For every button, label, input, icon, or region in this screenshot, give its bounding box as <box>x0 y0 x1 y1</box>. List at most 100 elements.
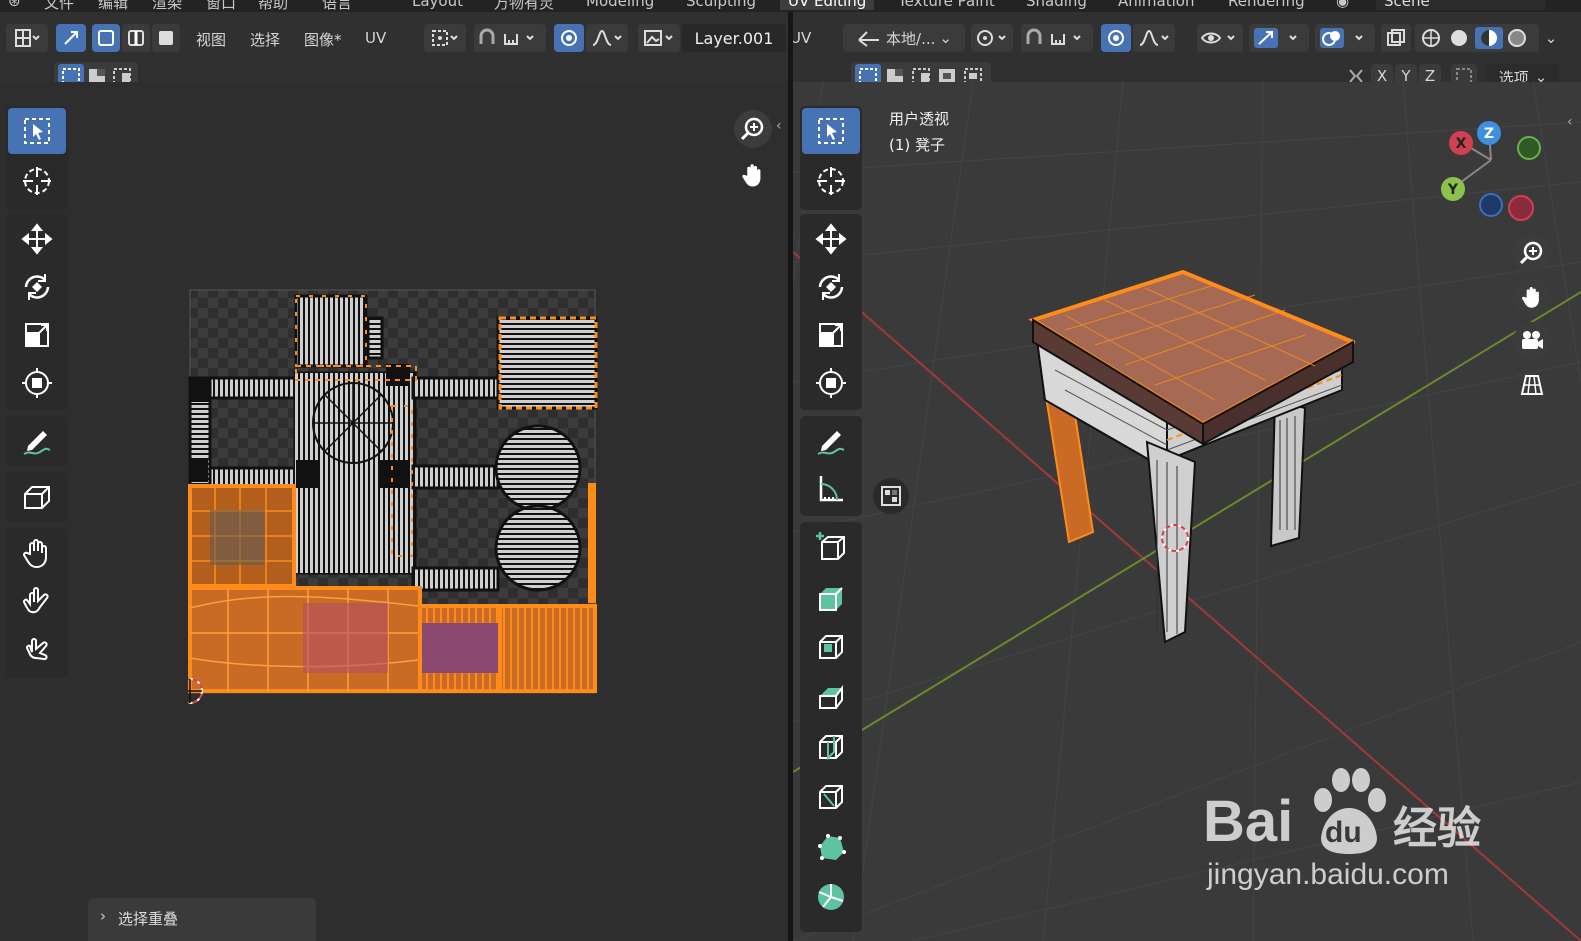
tool-annotate-3d[interactable] <box>802 418 860 464</box>
viewport-zoom-button[interactable] <box>1513 234 1551 272</box>
viewport-pan-button[interactable] <box>1513 278 1551 316</box>
pivot-dropdown[interactable] <box>971 24 1013 52</box>
camera-view-button[interactable] <box>1513 322 1551 360</box>
zoom-button[interactable] <box>734 110 772 148</box>
uv-layout[interactable] <box>188 288 608 718</box>
menu-language[interactable]: 语言 <box>322 0 352 12</box>
scene-icon[interactable]: ◉ <box>1336 0 1349 10</box>
tab-shading[interactable]: Shading <box>1026 0 1087 10</box>
scene-selector[interactable]: Scene <box>1376 0 1546 10</box>
snap-icon <box>479 28 534 45</box>
tab-wanwu[interactable]: 万物有灵 <box>494 0 554 12</box>
gizmo-neg-x[interactable] <box>1508 195 1534 221</box>
menu-uv[interactable]: UV <box>365 29 386 47</box>
leg-back-right[interactable] <box>1269 398 1307 548</box>
shading-icons[interactable] <box>1417 27 1537 49</box>
shading-options-dropdown[interactable]: ⌄ <box>1539 24 1563 52</box>
watermark-brand: Bai <box>1203 789 1294 854</box>
tool-annotate[interactable] <box>8 418 66 464</box>
3d-viewport[interactable]: 用户透视 (1) 凳子 X Z Y ‹ Bai du 经验 jingyan.ba… <box>793 82 1581 941</box>
uv-toolbar-sculpt-group <box>6 528 68 678</box>
menu-select[interactable]: 选择 <box>250 29 280 50</box>
tool-transform-3d[interactable] <box>802 360 860 406</box>
chevron-down-icon: ⌄ <box>1544 29 1558 47</box>
tab-rendering[interactable]: Rendering <box>1228 0 1305 10</box>
tool-extrude[interactable] <box>802 574 860 620</box>
uv-editor-area[interactable]: ‹ › 选择重叠 <box>0 82 788 941</box>
edge-select-mode[interactable] <box>122 24 150 52</box>
tab-animation[interactable]: Animation <box>1118 0 1194 10</box>
tool-poly-build[interactable] <box>802 824 860 870</box>
sync-selection-button[interactable] <box>56 24 86 52</box>
uv-menu-label[interactable]: UV <box>790 29 811 47</box>
knife-icon <box>819 785 843 809</box>
navigation-gizmo[interactable]: X Z Y <box>1441 112 1551 222</box>
menu-image[interactable]: 图像* <box>304 29 342 50</box>
image-browse-button[interactable] <box>638 24 680 52</box>
tool-move[interactable] <box>8 216 66 262</box>
tool-select-box-3d[interactable] <box>802 108 860 154</box>
pivot-point-dropdown[interactable] <box>424 24 466 52</box>
editor-type-button[interactable] <box>6 24 48 52</box>
menu-render[interactable]: 渲染 <box>152 0 182 12</box>
tool-scale[interactable] <box>8 312 66 358</box>
transform-orientation-dropdown[interactable]: 本地/... ⌄ <box>843 24 965 52</box>
menu-window[interactable]: 窗口 <box>206 0 236 12</box>
tab-layout[interactable]: Layout <box>412 0 463 10</box>
tool-add-cube[interactable] <box>802 524 860 570</box>
snap-controls-3d[interactable] <box>1021 24 1093 52</box>
menu-file[interactable]: 文件 <box>44 0 74 12</box>
blender-logo-icon[interactable]: ⊛ <box>8 0 21 10</box>
overlays-toggle[interactable] <box>1315 24 1375 52</box>
tab-uv-editing[interactable]: UV Editing <box>780 0 875 10</box>
tab-texture-paint[interactable]: Texture Paint <box>898 0 995 10</box>
snap-controls[interactable] <box>474 24 546 52</box>
tool-knife[interactable] <box>802 774 860 820</box>
xray-toggle[interactable] <box>1381 24 1411 52</box>
tool-transform[interactable] <box>8 360 66 406</box>
sidebar-toggle-icon[interactable]: ‹ <box>1567 114 1573 130</box>
tool-select-box[interactable] <box>8 108 66 154</box>
select-box-icon <box>24 118 50 144</box>
vertex-select-mode[interactable] <box>92 24 120 52</box>
ortho-toggle-button[interactable] <box>1513 366 1551 404</box>
tool-grab[interactable] <box>8 530 66 576</box>
tool-bevel[interactable] <box>802 674 860 720</box>
tool-pinch[interactable] <box>8 626 66 672</box>
tool-inset[interactable] <box>802 624 860 670</box>
tool-relax[interactable] <box>8 578 66 624</box>
sidebar-toggle-icon[interactable]: ‹ <box>776 118 782 134</box>
visibility-dropdown[interactable] <box>1197 24 1243 52</box>
tab-sculpting[interactable]: Sculpting <box>686 0 756 10</box>
tool-spin[interactable] <box>802 874 860 920</box>
tool-scale-3d[interactable] <box>802 312 860 358</box>
tool-cursor-3d[interactable] <box>802 158 860 204</box>
falloff-dropdown[interactable] <box>586 24 628 52</box>
gizmo-toggle[interactable] <box>1249 24 1309 52</box>
tab-modeling[interactable]: Modeling <box>586 0 654 10</box>
gizmo-neg-y[interactable] <box>1517 136 1541 160</box>
uv-sync-float-button[interactable] <box>873 478 909 514</box>
gizmo-neg-z[interactable] <box>1479 193 1503 217</box>
tool-rotate[interactable] <box>8 264 66 310</box>
tool-cursor[interactable] <box>8 158 66 204</box>
falloff-dropdown-3d[interactable] <box>1133 24 1175 52</box>
tool-rip[interactable] <box>8 474 66 520</box>
pan-hand-icon <box>1522 287 1539 308</box>
proportional-editing-3d[interactable] <box>1101 24 1131 52</box>
tool-move-3d[interactable] <box>802 216 860 262</box>
tool-measure[interactable] <box>802 466 860 512</box>
menu-help[interactable]: 帮助 <box>258 0 288 12</box>
image-name-field[interactable]: Layer.001 <box>682 24 786 52</box>
tool-rotate-3d[interactable] <box>802 264 860 310</box>
menu-view[interactable]: 视图 <box>196 29 226 50</box>
xray-icon <box>1387 29 1405 46</box>
proportional-editing-toggle[interactable] <box>554 24 584 52</box>
menu-edit[interactable]: 编辑 <box>98 0 128 12</box>
tool-loop-cut[interactable] <box>802 724 860 770</box>
face-select-mode[interactable] <box>152 24 180 52</box>
stool-model[interactable] <box>1025 270 1355 650</box>
pan-button[interactable] <box>734 156 772 194</box>
grab-hand-icon <box>23 539 47 569</box>
last-operator-panel[interactable]: › 选择重叠 <box>88 898 316 941</box>
